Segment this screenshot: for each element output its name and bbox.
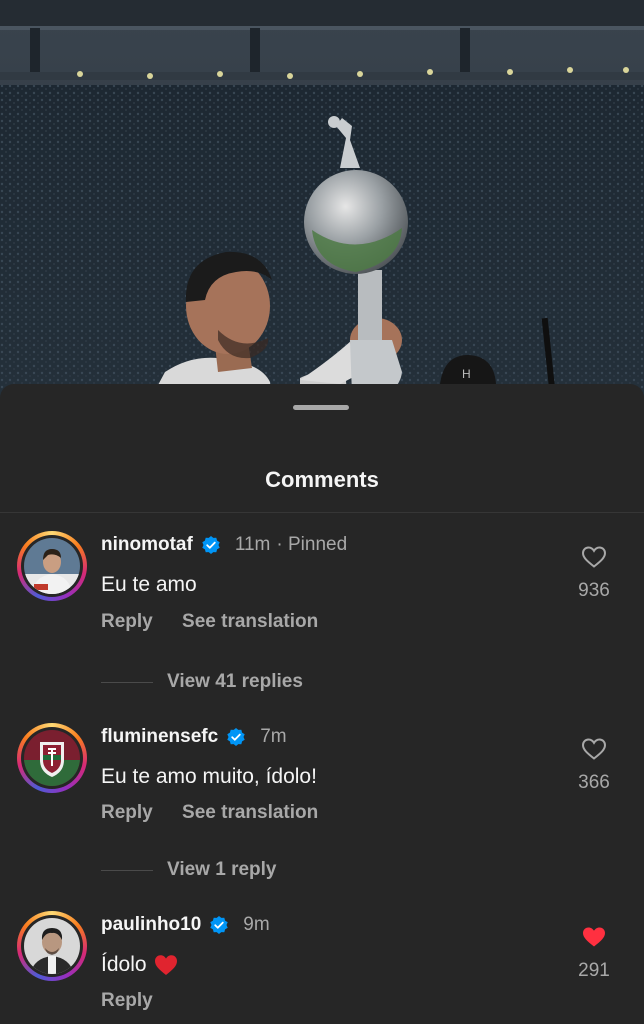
divider — [0, 512, 644, 513]
reply-button[interactable]: Reply — [101, 611, 153, 632]
username[interactable]: ninomotaf — [101, 534, 193, 556]
view-replies-button[interactable]: View 41 replies — [101, 670, 303, 694]
like-count: 291 — [578, 960, 610, 981]
comment-item: paulinho10 9m Ídolo Reply 291 — [0, 911, 644, 1024]
comment-text: Eu te amo muito, ídolo! — [101, 765, 317, 788]
view-replies-button[interactable]: View 1 reply — [101, 858, 277, 882]
verified-badge-icon — [202, 536, 220, 554]
avatar-photo — [24, 538, 80, 594]
like-button[interactable]: 936 — [576, 545, 612, 602]
username[interactable]: fluminensefc — [101, 726, 218, 748]
see-translation-button[interactable]: See translation — [182, 611, 318, 632]
heart-outline-icon[interactable] — [581, 737, 607, 761]
reply-button[interactable]: Reply — [101, 802, 153, 823]
like-count: 366 — [578, 772, 610, 793]
like-button[interactable]: 291 — [576, 925, 612, 982]
stadium-photo: H — [0, 0, 644, 400]
svg-text:H: H — [462, 367, 471, 381]
like-count: 936 — [578, 580, 610, 601]
username[interactable]: paulinho10 — [101, 914, 201, 936]
avatar-photo — [24, 918, 80, 974]
comments-sheet: Comments ninomotaf 11m · Pinned Eu te am… — [0, 384, 644, 1024]
verified-badge-icon — [227, 728, 245, 746]
replies-line — [101, 681, 153, 683]
view-replies-label[interactable]: View 1 reply — [167, 859, 277, 881]
like-button[interactable]: 366 — [576, 737, 612, 794]
comment-time: 9m — [243, 914, 270, 935]
comment-item: ninomotaf 11m · Pinned Eu te amo Reply S… — [0, 531, 644, 681]
drag-handle[interactable] — [293, 405, 349, 410]
comment-text-row: Ídolo — [101, 953, 179, 977]
fluminense-crest-avatar — [24, 730, 80, 786]
verified-badge-icon — [210, 916, 228, 934]
sheet-title: Comments — [265, 467, 379, 492]
avatar[interactable] — [17, 911, 87, 981]
heart-filled-icon[interactable] — [581, 925, 607, 949]
avatar[interactable] — [17, 723, 87, 793]
comment-text: Ídolo — [101, 953, 147, 976]
reply-button[interactable]: Reply — [101, 990, 153, 1011]
avatar[interactable] — [17, 531, 87, 601]
view-replies-label[interactable]: View 41 replies — [167, 671, 303, 693]
see-translation-button[interactable]: See translation — [182, 802, 318, 823]
red-heart-emoji-icon — [154, 955, 177, 975]
comment-text: Eu te amo — [101, 573, 197, 596]
post-photo: H — [0, 0, 644, 400]
comment-time: 7m — [260, 726, 287, 747]
comment-time: 11m — [234, 534, 271, 555]
replies-line — [101, 869, 153, 871]
comment-item: fluminensefc 7m Eu te amo muito, ídolo! … — [0, 723, 644, 873]
pinned-label: · Pinned — [276, 534, 348, 555]
heart-outline-icon[interactable] — [581, 545, 607, 569]
